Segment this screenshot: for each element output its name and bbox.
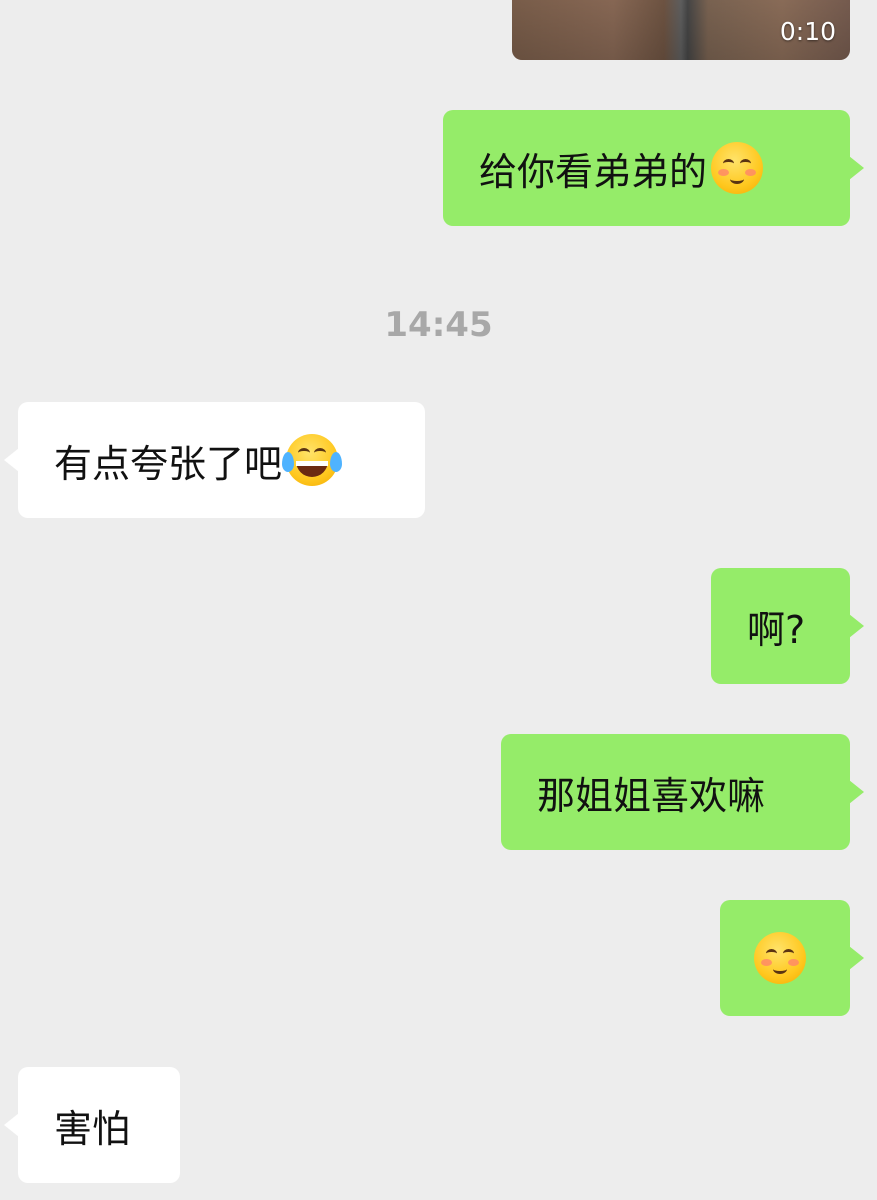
message-text: 给你看弟弟的 [479,149,708,194]
message-bubble-outgoing[interactable] [720,900,864,1016]
video-message-thumbnail[interactable]: 0:10 [512,0,850,60]
chat-timestamp: 14:45 [384,305,493,345]
message-bubble-outgoing[interactable]: 那姐姐喜欢嘛 [501,734,864,850]
message-text: 有点夸张了吧 [54,441,283,486]
chat-screen: { "chat": { "video": { "duration": "0:10… [0,0,877,1200]
message-bubble-incoming[interactable]: 害怕 [4,1067,180,1183]
video-duration: 0:10 [779,17,836,46]
message-text: 那姐姐喜欢嘛 [537,773,766,818]
tears-of-joy-emoji-icon [282,434,343,486]
message-bubble-incoming[interactable]: 有点夸张了吧 [4,402,425,518]
message-text: 害怕 [54,1106,131,1151]
message-bubble-outgoing[interactable]: 给你看弟弟的 [443,110,864,226]
blushing-smile-emoji-icon [754,932,806,984]
message-text: 啊? [747,607,806,652]
blushing-smile-emoji-icon [711,142,764,194]
message-bubble-outgoing[interactable]: 啊? [711,568,864,684]
